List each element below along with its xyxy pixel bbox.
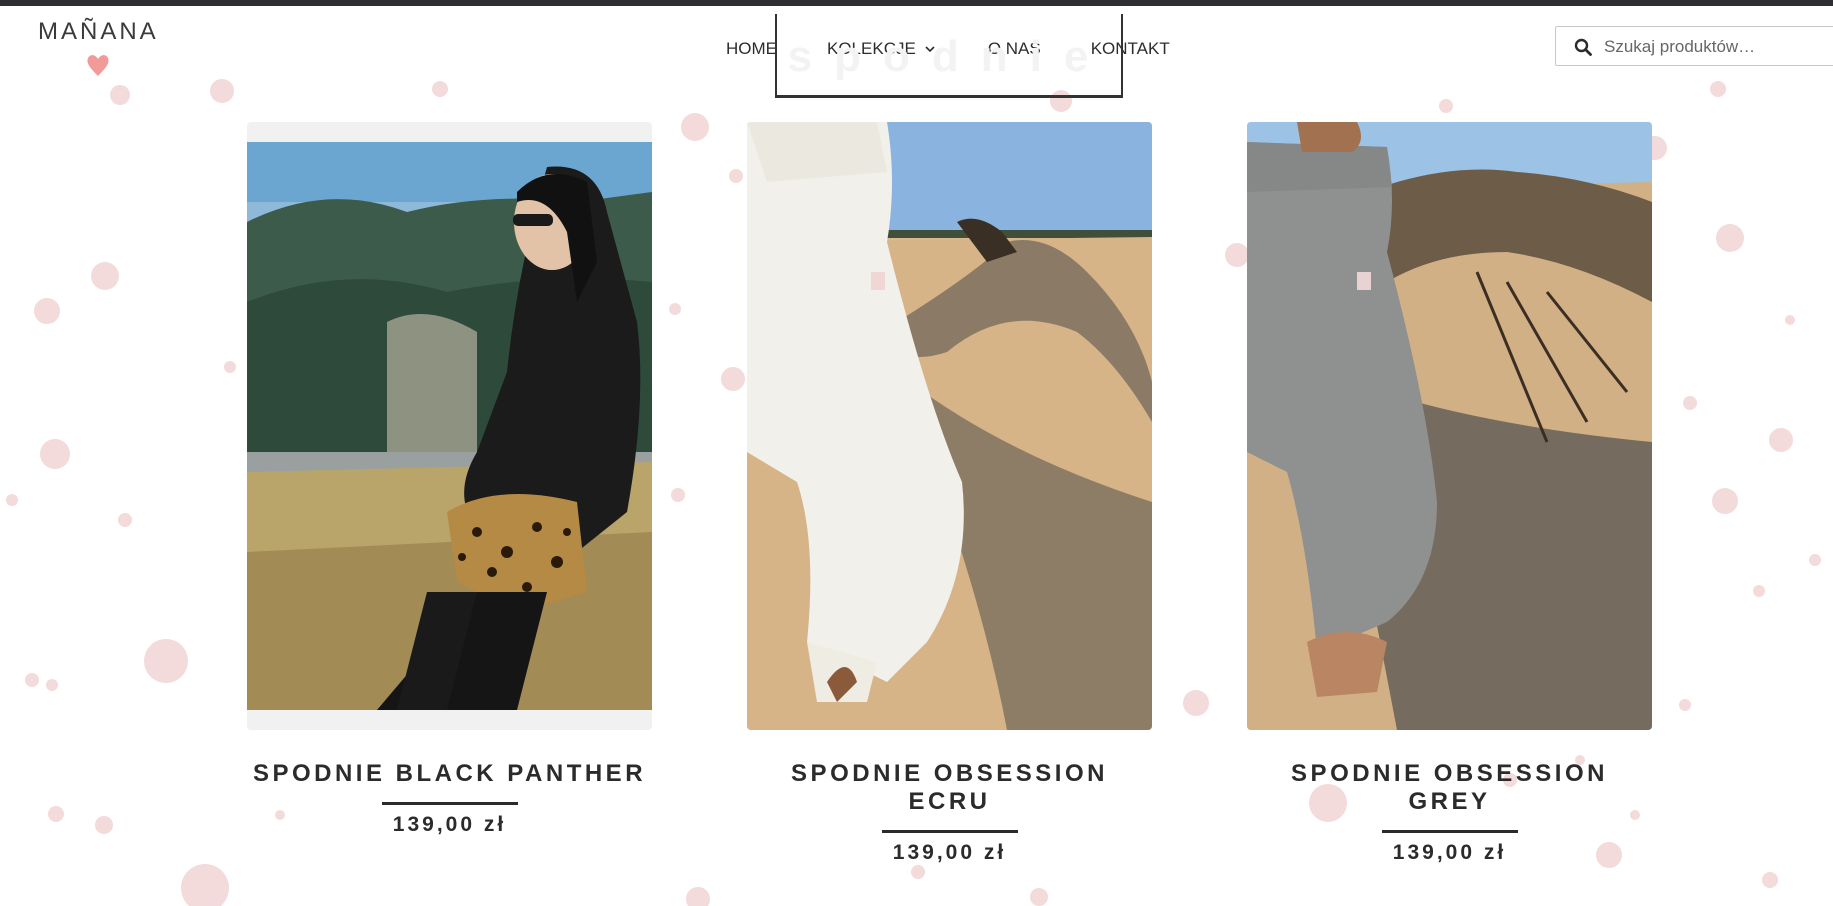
nav-home-label: HOME — [726, 39, 777, 58]
product-price: 139,00 zł — [392, 813, 507, 836]
product-image[interactable] — [247, 122, 652, 730]
nav-home[interactable]: HOME — [726, 39, 777, 59]
search-input[interactable] — [1602, 32, 1833, 62]
product-name[interactable]: SPODNIE BLACK PANTHER — [247, 760, 652, 788]
logo-text: MAÑANA — [38, 18, 159, 45]
category-heading: spodnie — [775, 14, 1123, 98]
category-heading-text: spodnie — [787, 32, 1111, 81]
site-header: MAÑANA spodnie HOME KOLEKCJE O NAS KONTA… — [0, 6, 1833, 98]
product-price: 139,00 zł — [892, 841, 1007, 864]
divider — [381, 802, 518, 805]
product-name[interactable]: SPODNIE OBSESSION ECRU — [747, 760, 1152, 816]
product-image[interactable] — [747, 122, 1152, 730]
heart-icon — [87, 55, 109, 76]
product-price: 139,00 zł — [1392, 841, 1507, 864]
product-card: SPODNIE OBSESSION ECRU 139,00 zł — [747, 122, 1152, 865]
divider — [881, 830, 1018, 833]
product-card: SPODNIE BLACK PANTHER 139,00 zł — [247, 122, 652, 837]
divider — [1381, 830, 1518, 833]
product-image[interactable] — [1247, 122, 1652, 730]
search-icon[interactable] — [1574, 38, 1592, 56]
logo[interactable]: MAÑANA — [38, 18, 168, 78]
product-grid: SPODNIE BLACK PANTHER 139,00 zł SPODNIE … — [0, 0, 1833, 906]
product-name[interactable]: SPODNIE OBSESSION GREY — [1247, 760, 1652, 816]
product-card: SPODNIE OBSESSION GREY 139,00 zł — [1247, 122, 1652, 865]
search-box — [1555, 26, 1833, 66]
